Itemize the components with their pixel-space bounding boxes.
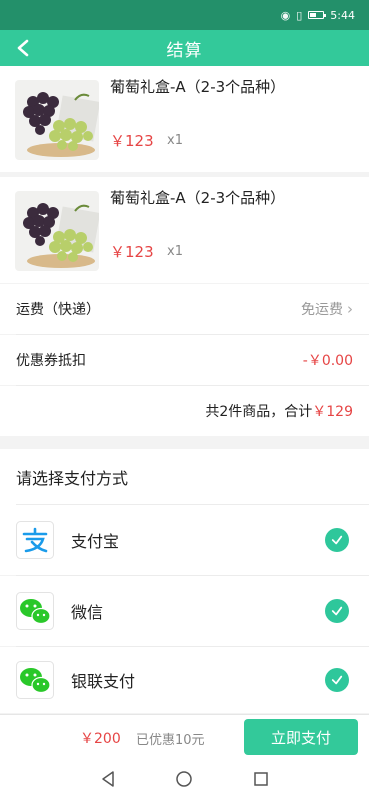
product-quantity: x1: [167, 244, 183, 259]
product-image: [15, 191, 99, 271]
wechat-icon: [16, 592, 54, 630]
recents-square-icon[interactable]: [252, 770, 270, 788]
nav-bar: 结算: [0, 30, 369, 66]
shipping-value: 免运费: [301, 302, 343, 318]
product-price: ￥123: [110, 132, 154, 150]
back-triangle-icon[interactable]: [99, 770, 117, 788]
shipping-label: 运费（快递）: [16, 302, 100, 318]
chevron-right-icon: ›: [347, 300, 353, 318]
check-icon[interactable]: [325, 599, 349, 623]
product-price: ￥123: [110, 243, 154, 261]
vibrate-icon: ▯: [296, 8, 303, 22]
payment-method-unionpay[interactable]: 银联支付: [0, 647, 369, 713]
payment-method-label: 微信: [71, 603, 104, 622]
status-time: 5:44: [330, 8, 355, 22]
summary-row: 共2件商品，合计 ￥129: [0, 386, 369, 436]
pay-now-button[interactable]: 立即支付: [244, 719, 358, 755]
payment-method-wechat[interactable]: 微信: [0, 576, 369, 646]
payment-method-label: 支付宝: [71, 532, 120, 551]
shipping-row[interactable]: 运费（快递） 免运费 ›: [0, 284, 369, 334]
total-amount: ￥200: [80, 731, 121, 747]
product-name: 葡萄礼盒-A（2-3个品种）: [110, 189, 286, 207]
battery-icon: [308, 11, 327, 19]
status-bar: ◉ ▯ 5:44: [0, 0, 369, 30]
coupon-row[interactable]: 优惠券抵扣 -￥0.00: [0, 335, 369, 385]
system-nav-bar: [0, 758, 369, 800]
check-icon[interactable]: [325, 668, 349, 692]
eye-icon: ◉: [280, 8, 291, 22]
chevron-left-icon: [17, 39, 29, 57]
product-quantity: x1: [167, 133, 183, 148]
payment-method-label: 银联支付: [71, 672, 136, 691]
discount-text: 已优惠10元: [136, 733, 205, 748]
payment-method-alipay[interactable]: 支付宝: [0, 505, 369, 575]
back-button[interactable]: [8, 32, 38, 64]
summary-amount: ￥129: [312, 404, 353, 420]
page-title: 结算: [166, 40, 203, 61]
product-item[interactable]: 葡萄礼盒-A（2-3个品种） ￥123 x1: [0, 177, 369, 283]
payment-header: 请选择支付方式: [0, 449, 369, 505]
check-icon[interactable]: [325, 528, 349, 552]
checkout-bar: ￥200 已优惠10元 立即支付: [0, 714, 369, 758]
product-image: [15, 80, 99, 160]
unionpay-icon: [16, 661, 54, 699]
alipay-icon: [16, 521, 54, 559]
product-item[interactable]: 葡萄礼盒-A（2-3个品种） ￥123 x1: [0, 66, 369, 172]
home-circle-icon[interactable]: [175, 770, 193, 788]
summary-text: 共2件商品，合计: [205, 404, 313, 420]
coupon-label: 优惠券抵扣: [16, 353, 86, 369]
coupon-value: -￥0.00: [302, 353, 353, 369]
product-name: 葡萄礼盒-A（2-3个品种）: [110, 78, 286, 96]
